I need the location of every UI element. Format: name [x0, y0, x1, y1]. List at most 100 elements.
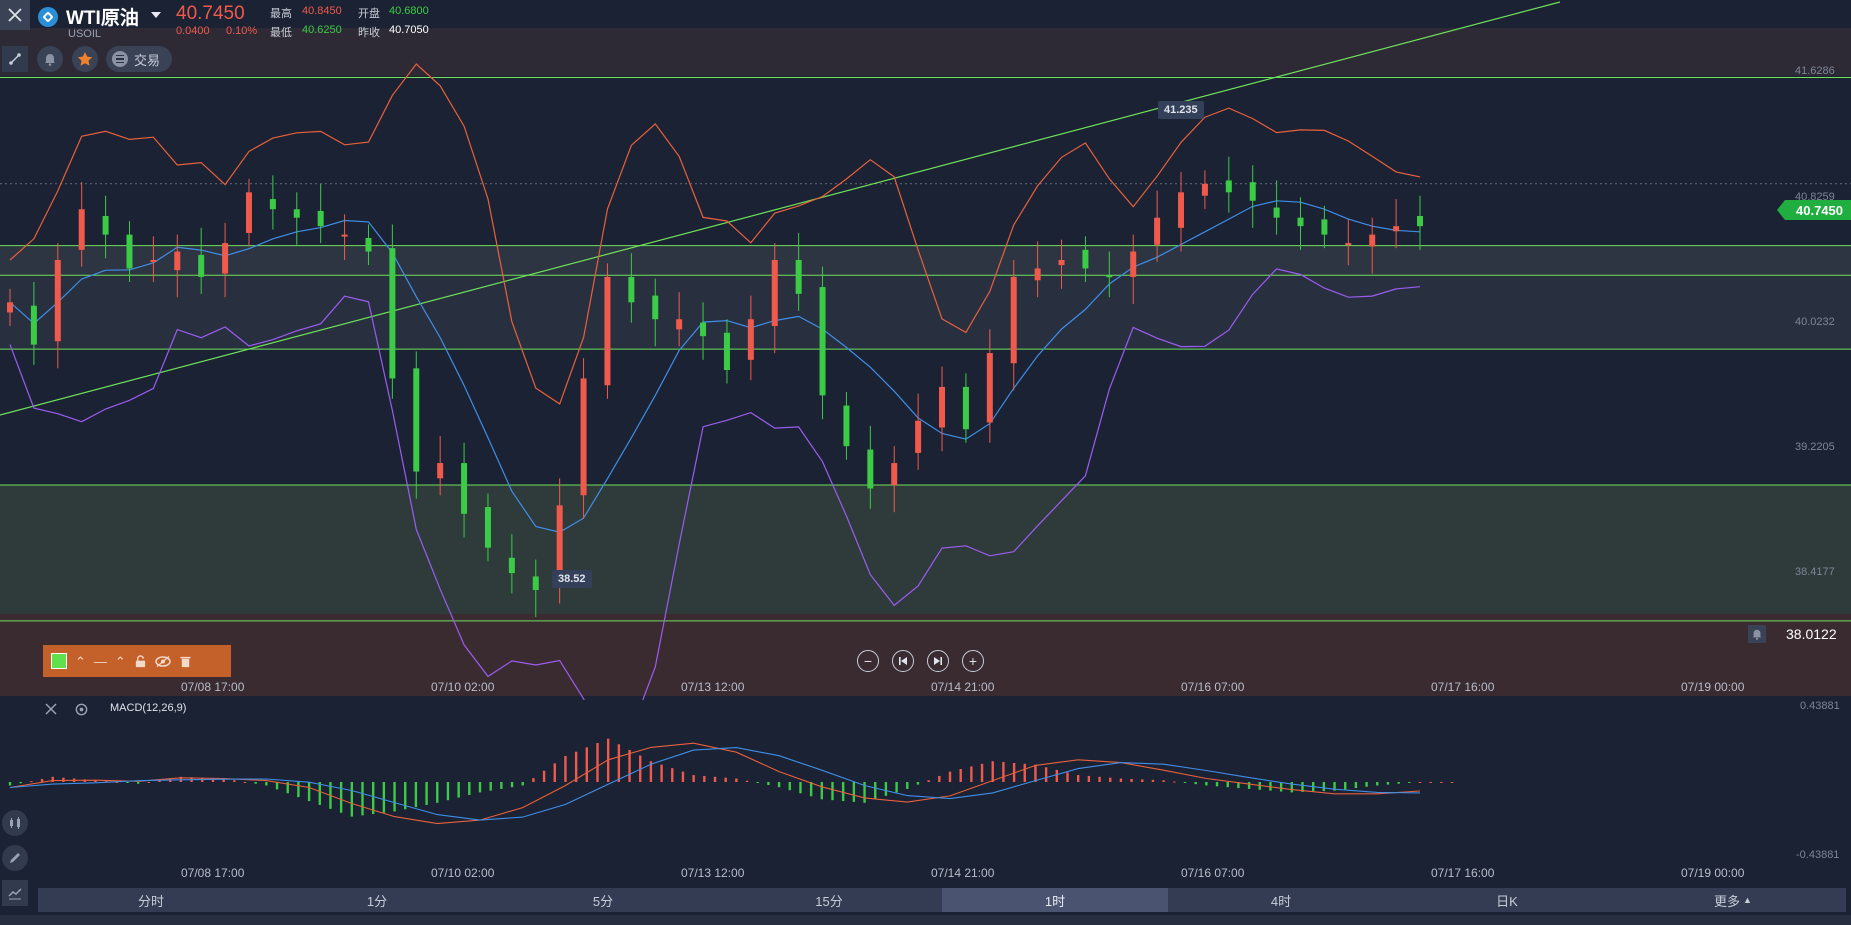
- candle-body: [365, 238, 372, 252]
- macd-settings-button[interactable]: [74, 702, 89, 722]
- candle-body: [1201, 183, 1208, 196]
- macd-histogram-bar: [617, 744, 621, 782]
- candle-body: [222, 243, 229, 274]
- candle-body: [1106, 275, 1113, 278]
- more-label: 更多: [1714, 893, 1741, 909]
- macd-histogram-bar: [703, 775, 706, 782]
- zoom-out-button[interactable]: −: [857, 650, 879, 672]
- skip-back-icon: [899, 657, 907, 665]
- drawing-object-toolbar: ⌃ — ⌃: [43, 645, 231, 677]
- macd-histogram-bar: [1279, 782, 1283, 792]
- draw-tool-button[interactable]: [2, 845, 28, 871]
- price-chart[interactable]: [0, 0, 1851, 700]
- time-axis-label: 07/14 21:00: [931, 866, 995, 880]
- candle-body: [461, 463, 468, 514]
- macd-histogram-bar: [1044, 767, 1048, 782]
- timeframe-tab[interactable]: 1分: [264, 888, 490, 912]
- jump-start-button[interactable]: [892, 650, 914, 672]
- close-icon: [45, 703, 57, 715]
- eye-icon[interactable]: [155, 655, 171, 668]
- macd-histogram-bar: [1440, 782, 1443, 783]
- timeframe-tab-active[interactable]: 1时: [942, 888, 1168, 912]
- candle-body: [628, 276, 635, 303]
- macd-histogram-bar: [959, 769, 962, 782]
- candle-body: [986, 353, 993, 423]
- trade-button[interactable]: 交易: [106, 46, 172, 72]
- chevron-up-icon[interactable]: ⌃: [115, 655, 126, 668]
- macd-histogram-bar: [254, 782, 257, 784]
- timeframe-tab[interactable]: 分时: [38, 888, 264, 912]
- macd-histogram-bar: [532, 778, 535, 782]
- drawing-tools-button[interactable]: [2, 46, 28, 72]
- macd-close-button[interactable]: [44, 702, 58, 721]
- candle-body: [867, 449, 874, 489]
- macd-histogram-bar: [1429, 782, 1432, 783]
- instrument-logo-icon: [38, 7, 58, 27]
- instrument-title[interactable]: WTI原油: [66, 3, 139, 30]
- timeframe-bar: 分时 1分 5分 15分 1时 4时 日K 更多 ▲: [38, 888, 1846, 912]
- bell-icon: [1752, 629, 1762, 640]
- alert-button[interactable]: [37, 46, 63, 72]
- macd-histogram-bar: [874, 782, 877, 800]
- macd-histogram-bar: [1055, 769, 1059, 782]
- macd-histogram-bar: [1109, 777, 1112, 782]
- indicator-tool-button[interactable]: [2, 810, 28, 836]
- time-axis-label: 07/14 21:00: [931, 680, 995, 694]
- time-axis-label: 07/13 12:00: [681, 680, 745, 694]
- candle-body: [962, 386, 969, 430]
- color-swatch[interactable]: [51, 653, 67, 669]
- timeframe-tab[interactable]: 5分: [490, 888, 716, 912]
- alert-price-value: 38.0122: [1786, 626, 1837, 642]
- star-icon: [77, 52, 93, 66]
- line-style-icon[interactable]: —: [94, 655, 107, 668]
- chart-type-button[interactable]: [2, 880, 28, 906]
- candle-body: [293, 209, 300, 218]
- jump-end-button[interactable]: [927, 650, 949, 672]
- trash-icon[interactable]: [179, 655, 192, 668]
- chevron-up-icon[interactable]: ⌃: [75, 655, 86, 668]
- time-axis-label: 07/08 17:00: [181, 680, 245, 694]
- timeframe-tab[interactable]: 日K: [1394, 888, 1620, 912]
- chevron-down-icon[interactable]: [151, 12, 161, 18]
- macd-histogram-bar: [1205, 782, 1208, 786]
- macd-histogram-bar: [40, 778, 44, 782]
- macd-histogram-bar: [724, 777, 727, 782]
- macd-chart[interactable]: [0, 698, 1851, 888]
- macd-histogram-bar: [1130, 778, 1133, 782]
- favorite-button[interactable]: [72, 46, 98, 72]
- macd-dea-line: [9, 747, 1421, 821]
- timeframe-tab[interactable]: 15分: [716, 888, 942, 912]
- macd-histogram-bar: [436, 782, 439, 803]
- candle-body: [747, 319, 754, 360]
- bollinger-upper-line: [9, 63, 1421, 405]
- macd-histogram-bar: [1087, 775, 1091, 782]
- candle-body: [7, 302, 13, 313]
- macd-histogram-bar: [628, 749, 631, 782]
- timeframe-more-tab[interactable]: 更多 ▲: [1620, 888, 1846, 912]
- macd-histogram-bar: [745, 780, 749, 782]
- unlock-icon[interactable]: [134, 654, 147, 668]
- macd-histogram-bar: [906, 782, 909, 789]
- candle-body: [604, 276, 611, 386]
- macd-histogram-bar: [671, 768, 674, 782]
- candle-body: [508, 557, 515, 574]
- macd-histogram-bar: [1215, 782, 1219, 787]
- trade-label: 交易: [134, 52, 161, 68]
- candle-body: [1345, 243, 1352, 246]
- macd-histogram-bar: [1066, 772, 1069, 782]
- timeframe-tab[interactable]: 4时: [1168, 888, 1394, 912]
- drawing-tool-icon: [9, 53, 21, 65]
- candle-body: [915, 420, 922, 453]
- candle-body: [1225, 180, 1232, 193]
- macd-histogram-bar: [585, 747, 589, 782]
- macd-axis-top: 0.43881: [1800, 700, 1840, 712]
- macd-histogram-bar: [692, 775, 695, 782]
- zoom-in-button[interactable]: +: [962, 650, 984, 672]
- macd-histogram-bar: [350, 782, 354, 817]
- price-alert-button[interactable]: [1748, 625, 1766, 643]
- macd-histogram-bar: [478, 782, 482, 793]
- macd-axis-bottom: -0.43881: [1796, 849, 1840, 861]
- candle-body: [939, 386, 946, 428]
- close-button[interactable]: [0, 0, 30, 30]
- macd-histogram-bar: [233, 780, 236, 782]
